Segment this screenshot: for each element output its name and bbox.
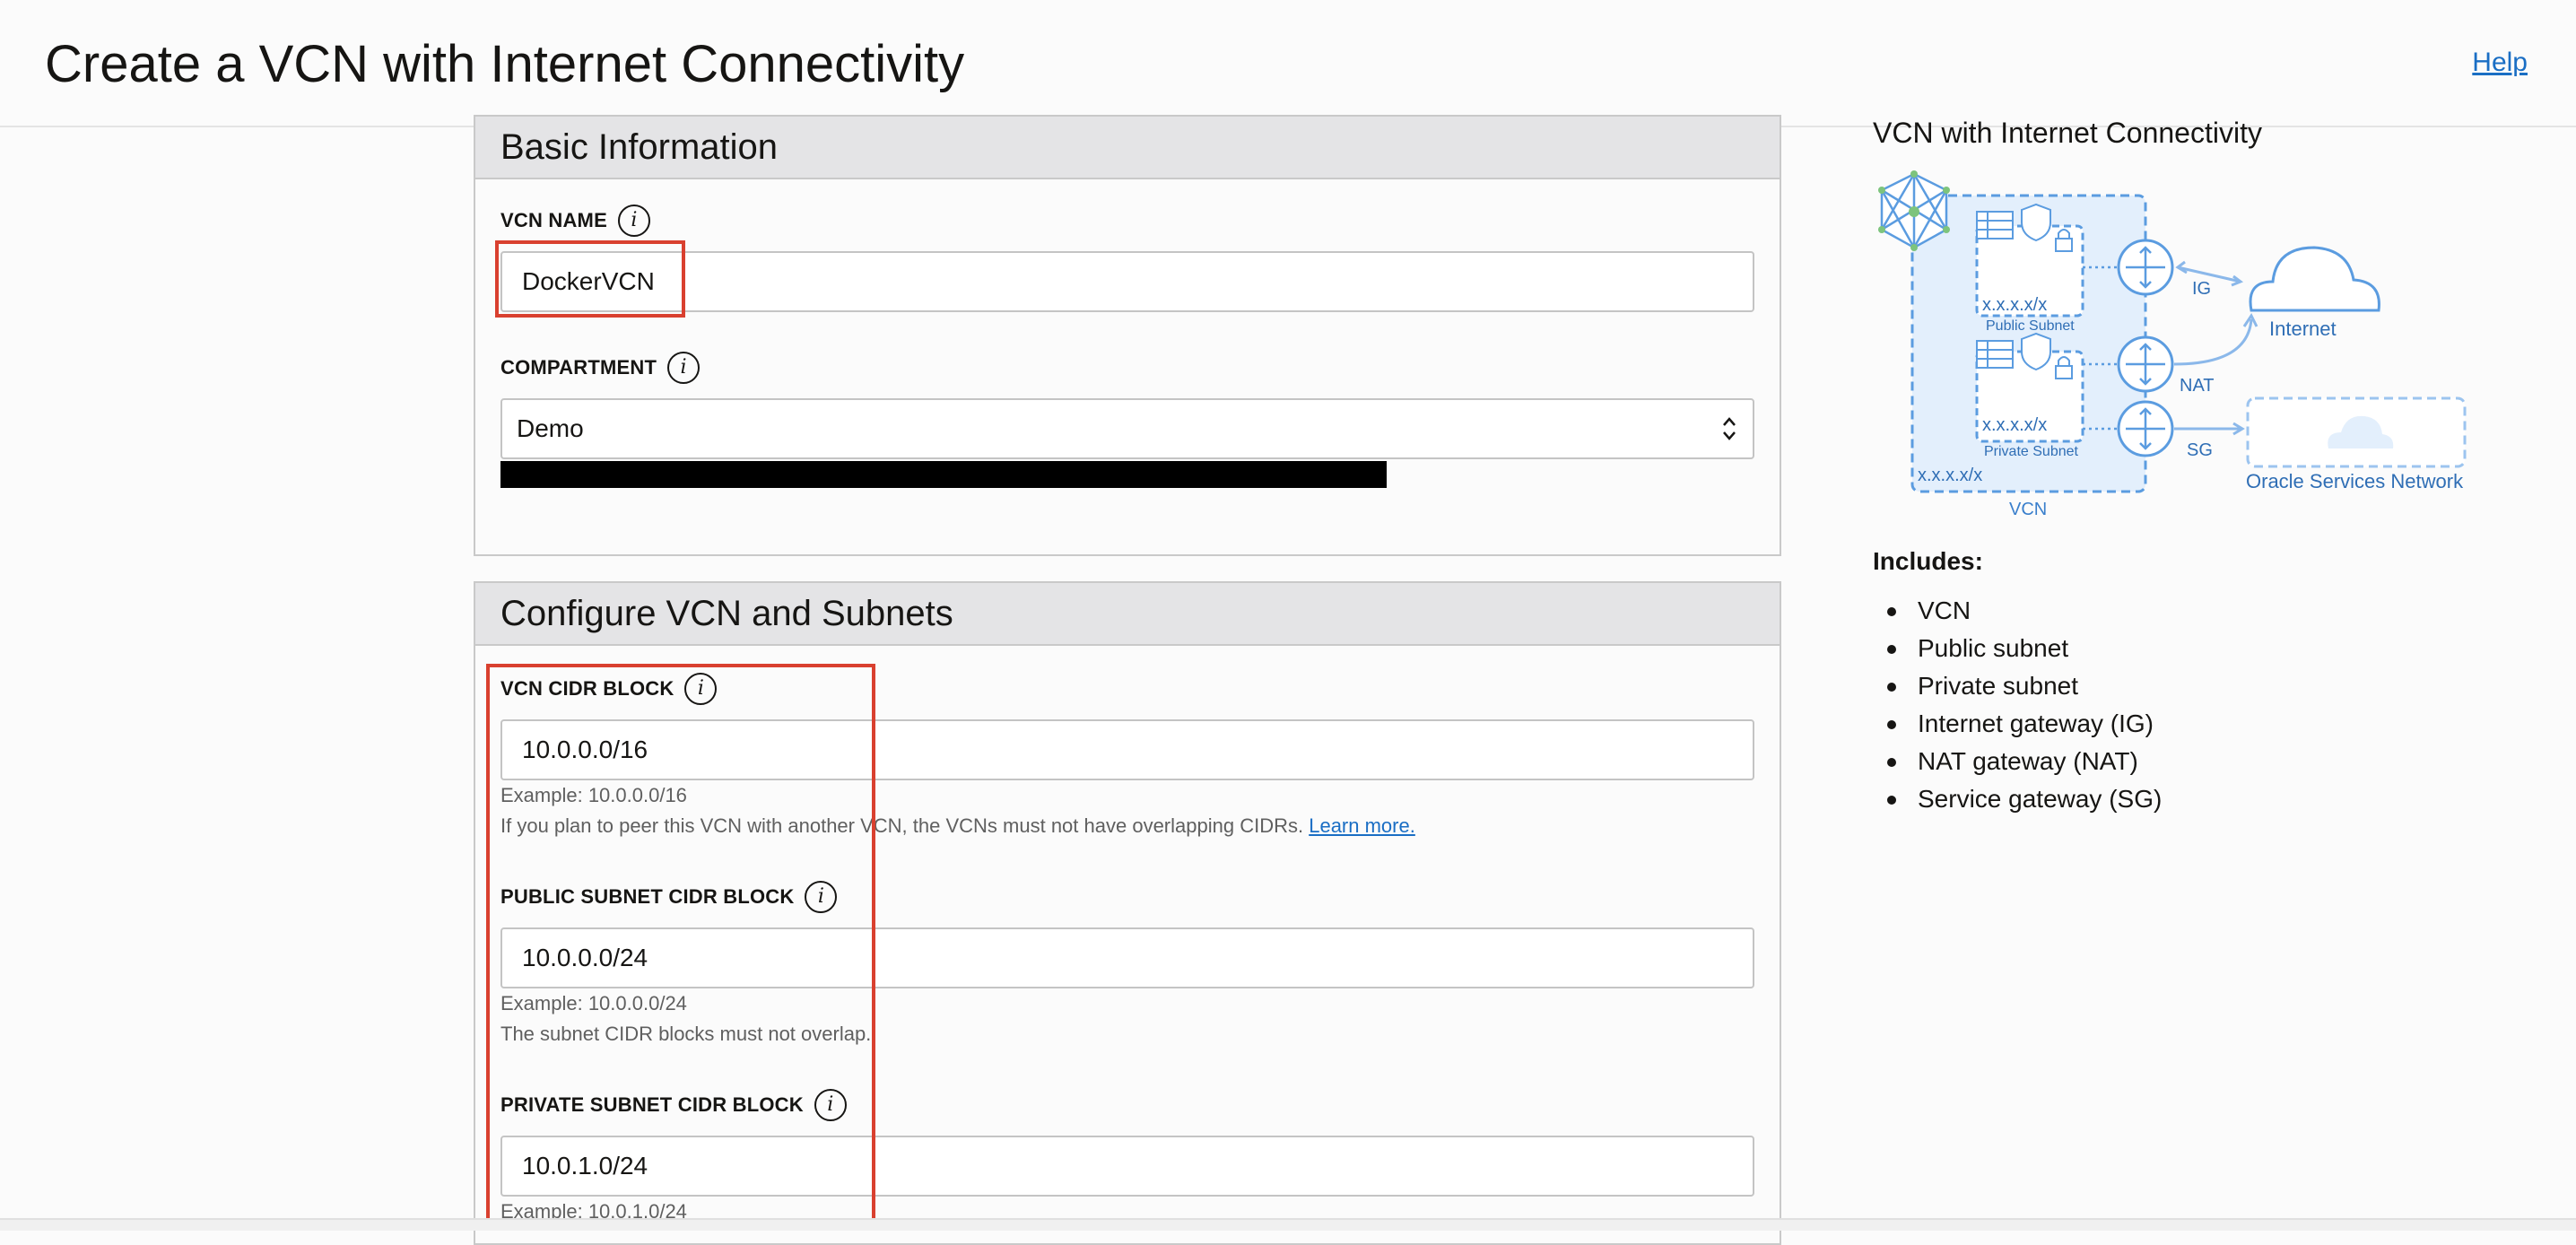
oracle-services-label: Oracle Services Network (2246, 470, 2464, 492)
public-subnet-label: Public Subnet (1986, 318, 2075, 334)
info-icon[interactable]: i (684, 673, 718, 705)
service-gateway-icon (2117, 400, 2174, 457)
vcn-name-label-text: VCN NAME (500, 209, 607, 231)
info-icon[interactable]: i (667, 352, 701, 384)
private-subnet-label-text: PRIVATE SUBNET CIDR BLOCK (500, 1093, 804, 1116)
nat-gateway-icon (2117, 335, 2174, 393)
help-link[interactable]: Help (2472, 45, 2528, 81)
vcn-name-label: VCN NAME i (500, 205, 650, 237)
section-title: Configure VCN and Subnets (500, 594, 953, 633)
page-header: Create a VCN with Internet Connectivity … (0, 0, 2576, 127)
public-subnet-example: Example: 10.0.0.0/24 (500, 992, 687, 1014)
private-subnet-label: Private Subnet (1984, 444, 2079, 459)
vcn-diagram: x.x.x.x/x VCN x.x.x.x/x Public Subnet x.… (1878, 170, 2467, 519)
section-header: Basic Information (475, 117, 1780, 179)
list-item: NAT gateway (NAT) (1873, 743, 2162, 780)
info-icon[interactable]: i (805, 881, 838, 913)
compartment-select-value: Demo (517, 414, 584, 442)
shield-icon (2021, 203, 2051, 242)
shield-icon (2021, 332, 2051, 371)
vcn-cidr-example: Example: 10.0.0.0/16 (500, 784, 687, 806)
internet-label: Internet (2269, 318, 2337, 340)
server-icon (1976, 340, 2014, 369)
section-header: Configure VCN and Subnets (475, 583, 1780, 646)
learn-more-link[interactable]: Learn more. (1309, 814, 1415, 837)
includes-title: Includes: (1873, 547, 1983, 575)
section-title: Basic Information (500, 127, 779, 167)
private-subnet-label: PRIVATE SUBNET CIDR BLOCK i (500, 1089, 847, 1121)
ig-label: IG (2192, 279, 2211, 299)
list-item: VCN (1873, 592, 2162, 630)
internet-gateway-icon (2117, 239, 2174, 296)
nat-label: NAT (2180, 376, 2215, 396)
internet-cloud-icon (2249, 246, 2380, 312)
list-item: Private subnet (1873, 667, 2162, 705)
vcn-cidr-label-text: VCN CIDR BLOCK (500, 677, 674, 700)
public-subnet-label-text: PUBLIC SUBNET CIDR BLOCK (500, 885, 795, 908)
diagram-title: VCN with Internet Connectivity (1873, 117, 2262, 149)
select-arrows-icon (1720, 414, 1738, 444)
vcn-cidr-label: VCN CIDR BLOCK i (500, 673, 718, 705)
compartment-label: COMPARTMENT i (500, 352, 701, 384)
list-item: Service gateway (SG) (1873, 780, 2162, 818)
private-subnet-cidr-input[interactable] (500, 1136, 1754, 1197)
list-item: Internet gateway (IG) (1873, 705, 2162, 743)
compartment-select[interactable]: Demo (500, 398, 1754, 459)
page-title: Create a VCN with Internet Connectivity (45, 35, 965, 93)
info-icon[interactable]: i (617, 205, 650, 237)
vcn-cidr-note-text: If you plan to peer this VCN with anothe… (500, 814, 1304, 837)
info-icon[interactable]: i (814, 1089, 847, 1121)
vcn-label: VCN (2009, 500, 2047, 519)
sg-label: SG (2187, 440, 2213, 460)
list-item: Public subnet (1873, 630, 2162, 667)
public-subnet-cidr-text: x.x.x.x/x (1982, 295, 2047, 315)
nat-internet-arrow (2173, 318, 2253, 366)
public-subnet-label: PUBLIC SUBNET CIDR BLOCK i (500, 881, 838, 913)
basic-information-section: Basic Information VCN NAME i COMPARTMENT… (474, 115, 1781, 556)
public-subnet-cidr-input[interactable] (500, 927, 1754, 988)
redaction-bar (500, 461, 1387, 488)
compartment-label-text: COMPARTMENT (500, 356, 657, 379)
private-subnet-cidr-text: x.x.x.x/x (1982, 415, 2047, 435)
vcn-cidr-text: x.x.x.x/x (1918, 466, 1982, 485)
public-subnet-note: The subnet CIDR blocks must not overlap. (500, 1023, 872, 1045)
vcn-name-input[interactable] (500, 251, 1754, 312)
vcn-cidr-input[interactable] (500, 719, 1754, 780)
server-icon (1976, 211, 2014, 239)
configure-vcn-section: Configure VCN and Subnets VCN CIDR BLOCK… (474, 581, 1781, 1245)
vcn-cidr-note: If you plan to peer this VCN with anothe… (500, 814, 1415, 838)
includes-list: VCN Public subnet Private subnet Interne… (1873, 592, 2162, 818)
